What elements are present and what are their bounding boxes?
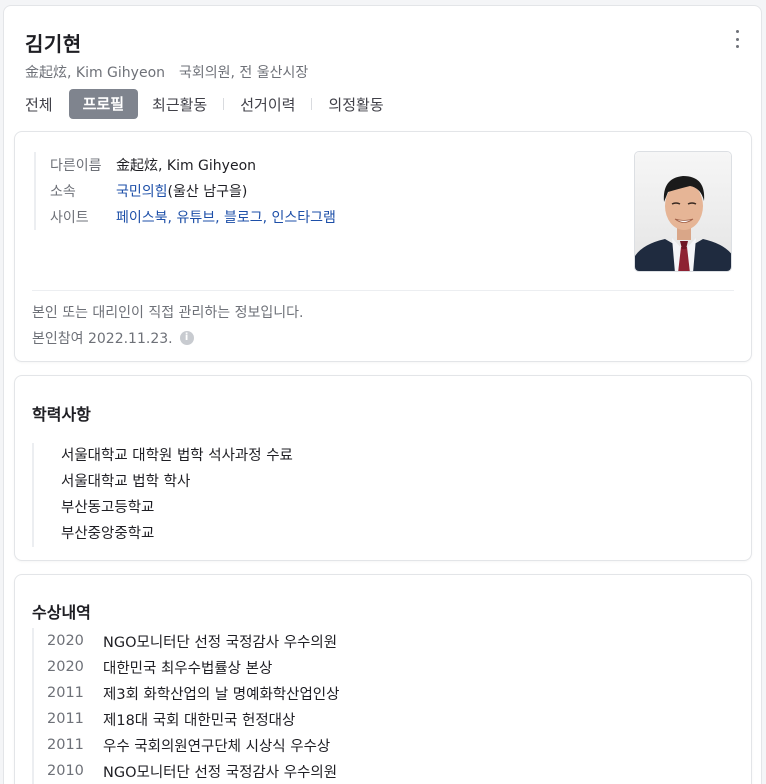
award-text: 대한민국 최우수법률상 본상 bbox=[103, 660, 273, 677]
award-year: 2020 bbox=[47, 659, 84, 675]
portrait-illustration bbox=[635, 152, 731, 271]
award-year: 2020 bbox=[47, 633, 84, 649]
site-separator: , bbox=[215, 210, 224, 226]
tab-legislative-activity[interactable]: 의정활동 bbox=[328, 94, 383, 115]
info-row-affiliation: 소속 국민의힘(울산 남구을) bbox=[50, 178, 336, 204]
award-text: NGO모니터단 선정 국정감사 우수의원 bbox=[103, 634, 338, 651]
award-text: 제3회 화학산업의 날 명예화학산업인상 bbox=[103, 686, 340, 703]
list-item: 2011 제18대 국회 대한민국 헌정대상 bbox=[47, 706, 340, 732]
verified-date: 본인참여 2022.11.23. bbox=[32, 331, 173, 347]
section-divider bbox=[32, 290, 734, 291]
education-card: 학력사항 서울대학교 대학원 법학 석사과정 수료 서울대학교 법학 학사 부산… bbox=[14, 375, 752, 561]
profile-photo[interactable] bbox=[634, 151, 732, 272]
tab-divider bbox=[223, 98, 225, 110]
education-list: 서울대학교 대학원 법학 석사과정 수료 서울대학교 법학 학사 부산동고등학교… bbox=[32, 443, 293, 547]
profile-info: 다른이름 金起炫, Kim Gihyeon 소속 국민의힘(울산 남구을) 사이… bbox=[34, 152, 336, 230]
award-text: 제18대 국회 대한민국 헌정대상 bbox=[103, 712, 296, 729]
instagram-link[interactable]: 인스타그램 bbox=[272, 210, 336, 226]
list-item: 2010 NGO모니터단 선정 국정감사 우수의원 bbox=[47, 758, 340, 784]
site-links: 페이스북, 유튜브, 블로그, 인스타그램 bbox=[116, 207, 336, 227]
profile-panel: 김기현 金起炫, Kim Gihyeon 국회의원, 전 울산시장 전체 프로필 … bbox=[3, 5, 762, 784]
award-text: NGO모니터단 선정 국정감사 우수의원 bbox=[103, 764, 338, 781]
person-name: 김기현 bbox=[25, 32, 82, 56]
info-row-alias: 다른이름 金起炫, Kim Gihyeon bbox=[50, 152, 336, 178]
tab-bar: 전체 프로필 최근활동 선거이력 의정활동 bbox=[25, 89, 384, 119]
award-year: 2010 bbox=[47, 763, 84, 779]
blog-link[interactable]: 블로그 bbox=[224, 210, 263, 226]
award-year: 2011 bbox=[47, 685, 84, 701]
site-separator: , bbox=[262, 210, 272, 226]
more-dot bbox=[735, 30, 739, 33]
more-dot bbox=[735, 37, 739, 41]
person-hanja-roman: 金起炫, Kim Gihyeon bbox=[25, 65, 166, 81]
awards-title: 수상내역 bbox=[32, 603, 91, 622]
alias-label: 다른이름 bbox=[50, 158, 102, 174]
tab-divider bbox=[311, 98, 313, 110]
info-icon[interactable]: i bbox=[179, 331, 194, 345]
party-link[interactable]: 국민의힘 bbox=[116, 184, 168, 200]
info-row-sites: 사이트 페이스북, 유튜브, 블로그, 인스타그램 bbox=[50, 204, 336, 230]
education-title: 학력사항 bbox=[32, 405, 91, 424]
list-item: 2011 제3회 화학산업의 날 명예화학산업인상 bbox=[47, 680, 340, 706]
list-item: 서울대학교 법학 학사 bbox=[61, 474, 191, 490]
tab-profile[interactable]: 프로필 bbox=[68, 89, 139, 119]
award-year: 2011 bbox=[47, 737, 84, 753]
tab-all[interactable]: 전체 bbox=[25, 94, 53, 115]
district-text: (울산 남구을) bbox=[167, 184, 248, 200]
list-item: 부산중앙중학교 bbox=[61, 526, 155, 542]
verified-date-row: 본인참여 2022.11.23. i bbox=[32, 328, 194, 348]
affiliation-value: 국민의힘(울산 남구을) bbox=[116, 181, 247, 201]
list-item: 2020 NGO모니터단 선정 국정감사 우수의원 bbox=[47, 628, 340, 654]
alias-value: 金起炫, Kim Gihyeon bbox=[116, 158, 257, 174]
person-role: 국회의원, 전 울산시장 bbox=[179, 65, 309, 81]
more-vertical-icon[interactable] bbox=[733, 30, 741, 48]
facebook-link[interactable]: 페이스북 bbox=[116, 210, 168, 226]
affiliation-label: 소속 bbox=[50, 184, 76, 200]
list-item: 부산동고등학교 bbox=[61, 500, 155, 516]
more-dot bbox=[735, 45, 739, 48]
person-subline: 金起炫, Kim Gihyeon 국회의원, 전 울산시장 bbox=[25, 62, 308, 82]
profile-card: 다른이름 金起炫, Kim Gihyeon 소속 국민의힘(울산 남구을) 사이… bbox=[14, 131, 752, 362]
list-item: 2011 우수 국회의원연구단체 시상식 우수상 bbox=[47, 732, 340, 758]
self-managed-notice: 본인 또는 대리인이 직접 관리하는 정보입니다. bbox=[32, 305, 304, 321]
site-label: 사이트 bbox=[50, 210, 89, 226]
awards-card: 수상내역 2020 NGO모니터단 선정 국정감사 우수의원 2020 대한민국… bbox=[14, 574, 752, 784]
award-year: 2011 bbox=[47, 711, 84, 727]
youtube-link[interactable]: 유튜브 bbox=[176, 210, 215, 226]
list-item: 2020 대한민국 최우수법률상 본상 bbox=[47, 654, 340, 680]
tab-recent-activity[interactable]: 최근활동 bbox=[152, 94, 207, 115]
awards-list: 2020 NGO모니터단 선정 국정감사 우수의원 2020 대한민국 최우수법… bbox=[32, 628, 340, 784]
tab-election-history[interactable]: 선거이력 bbox=[240, 94, 295, 115]
award-text: 우수 국회의원연구단체 시상식 우수상 bbox=[103, 738, 331, 755]
list-item: 서울대학교 대학원 법학 석사과정 수료 bbox=[61, 448, 293, 464]
